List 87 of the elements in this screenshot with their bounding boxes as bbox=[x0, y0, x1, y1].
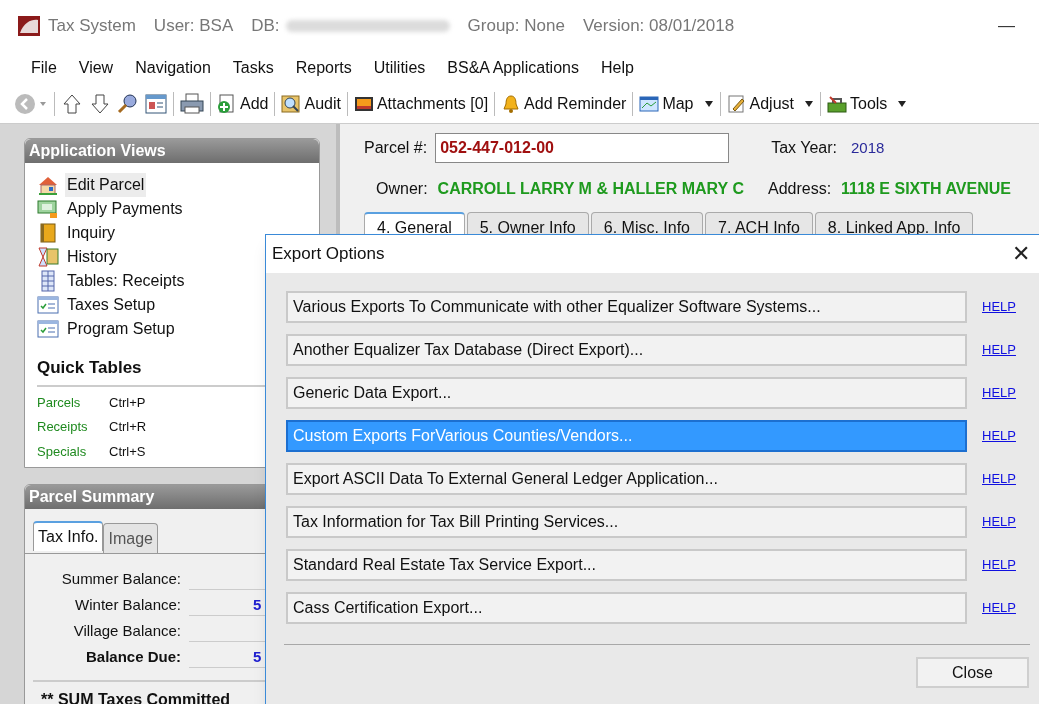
help-link[interactable]: HELP bbox=[982, 383, 1016, 403]
caret-icon[interactable] bbox=[703, 99, 714, 108]
menu-item[interactable]: View bbox=[67, 56, 125, 80]
id-card-icon[interactable] bbox=[145, 92, 167, 115]
toolbox-icon bbox=[827, 93, 847, 114]
toolbar-button[interactable]: Add Reminder bbox=[501, 91, 627, 116]
menu-item[interactable]: Navigation bbox=[124, 56, 222, 80]
db-label: DB: bbox=[251, 15, 280, 38]
menu-item[interactable]: Help bbox=[589, 56, 645, 80]
print-icon[interactable] bbox=[180, 92, 204, 115]
export-option-button[interactable]: Another Equalizer Tax Database (Direct Export)... bbox=[286, 334, 967, 366]
navigation-link[interactable]: Inquiry bbox=[65, 221, 118, 245]
map-icon bbox=[639, 93, 660, 114]
group-label: Group: None bbox=[467, 15, 565, 38]
balance-label: Winter Balance: bbox=[74, 594, 181, 615]
checklist-icon bbox=[37, 294, 59, 316]
field-label: Parcel #: bbox=[364, 138, 428, 158]
panel-header: Application Views bbox=[25, 139, 319, 163]
quick-table-link[interactable]: Specials bbox=[37, 441, 109, 461]
address-value: 1118 E SIXTH AVENUE bbox=[841, 179, 1011, 199]
bell-icon bbox=[501, 93, 522, 114]
export-option-button[interactable]: Standard Real Estate Tax Service Export... bbox=[286, 549, 967, 581]
toolbar-button[interactable]: Attachments [0] bbox=[353, 91, 489, 116]
navigation-link[interactable]: Apply Payments bbox=[65, 197, 185, 221]
summary-tab[interactable]: Image bbox=[103, 523, 158, 553]
search-icon[interactable] bbox=[117, 92, 139, 115]
house-icon bbox=[37, 174, 59, 196]
balance-label: Balance Due: bbox=[84, 646, 181, 667]
toolbar-button[interactable]: Map bbox=[639, 91, 694, 116]
version-label: Version: 08/01/2018 bbox=[582, 15, 735, 38]
balance-value: 5 bbox=[253, 595, 262, 615]
close-button[interactable]: Close bbox=[916, 657, 1029, 688]
balance-label: Village Balance: bbox=[72, 620, 181, 641]
app-title: Tax System bbox=[48, 15, 136, 38]
help-link[interactable]: HELP bbox=[982, 340, 1016, 360]
navigation-link[interactable]: Taxes Setup bbox=[65, 293, 158, 317]
export-option-button[interactable]: Tax Information for Tax Bill Printing Services... bbox=[286, 506, 967, 538]
shortcut-text: Ctrl+S bbox=[109, 442, 147, 461]
checklist-icon bbox=[37, 318, 59, 340]
menu-item[interactable]: BS&A Applications bbox=[436, 56, 590, 80]
parcel-number-field[interactable]: 052-447-012-00 bbox=[435, 133, 730, 163]
navigation-link[interactable]: Program Setup bbox=[65, 317, 177, 341]
navigation-link[interactable]: Edit Parcel bbox=[65, 173, 147, 197]
field-label: Owner: bbox=[376, 179, 428, 199]
up-arrow-icon[interactable] bbox=[61, 92, 83, 115]
toolbar-button[interactable]: Audit bbox=[281, 91, 341, 116]
owner-value: CARROLL LARRY M & HALLER MARY C bbox=[437, 179, 744, 199]
export-option-button[interactable]: Generic Data Export... bbox=[286, 377, 967, 409]
minimize-button[interactable]: — bbox=[998, 13, 1015, 39]
help-link[interactable]: HELP bbox=[982, 598, 1016, 618]
export-option-button[interactable]: Various Exports To Communicate with other Equalizer Software Systems... bbox=[286, 291, 967, 323]
balance-label: Summer Balance: bbox=[60, 568, 181, 589]
magnifier-icon bbox=[281, 93, 302, 114]
menu-item[interactable]: Tasks bbox=[221, 56, 285, 80]
caret-icon[interactable] bbox=[897, 99, 908, 108]
banknote-icon bbox=[37, 198, 59, 220]
quick-table-link[interactable]: Receipts bbox=[37, 417, 109, 437]
toolbar-button[interactable]: Add bbox=[217, 91, 269, 116]
down-arrow-icon[interactable] bbox=[89, 92, 111, 115]
hourglass-book-icon bbox=[37, 246, 59, 268]
tax-year-value: 2018 bbox=[850, 137, 885, 158]
menu-item[interactable]: Utilities bbox=[362, 56, 437, 80]
help-link[interactable]: HELP bbox=[982, 469, 1016, 489]
help-link[interactable]: HELP bbox=[982, 555, 1016, 575]
caret-icon[interactable] bbox=[804, 99, 814, 108]
user-label: User: BSA bbox=[153, 15, 234, 38]
help-link[interactable]: HELP bbox=[982, 512, 1016, 532]
menu-item[interactable]: Reports bbox=[284, 56, 363, 80]
field-label: Tax Year: bbox=[771, 138, 837, 158]
help-link[interactable]: HELP bbox=[982, 426, 1016, 446]
toolbar-button[interactable]: Tools bbox=[827, 91, 888, 116]
export-option-button[interactable]: Export ASCII Data To External General Ledger Application... bbox=[286, 463, 967, 495]
book-icon bbox=[37, 222, 59, 244]
export-option-button[interactable]: Cass Certification Export... bbox=[286, 592, 967, 624]
field-label: Address: bbox=[767, 179, 832, 199]
quick-table-link[interactable]: Parcels bbox=[37, 392, 109, 412]
menu-item[interactable]: File bbox=[20, 56, 68, 80]
help-link[interactable]: HELP bbox=[982, 297, 1016, 317]
balance-value: 5 bbox=[253, 647, 262, 667]
summary-tab[interactable]: Tax Info. bbox=[33, 521, 104, 551]
navigation-link[interactable]: History bbox=[65, 245, 119, 269]
toolbar-button[interactable]: Adjust bbox=[726, 91, 794, 116]
dialog-title: Export Options bbox=[272, 243, 385, 266]
add-icon bbox=[217, 93, 237, 114]
app-logo-icon bbox=[18, 16, 40, 36]
navigation-link[interactable]: Tables: Receipts bbox=[65, 269, 187, 293]
pencil-note-icon bbox=[726, 93, 747, 114]
